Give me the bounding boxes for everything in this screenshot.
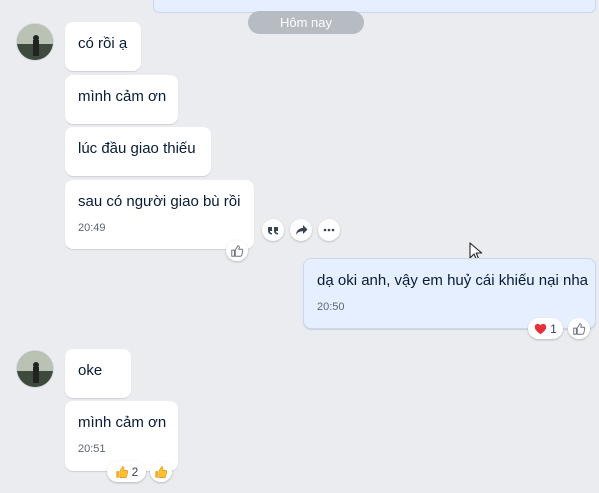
message-text: lúc đầu giao thiếu [78,140,196,157]
incoming-message[interactable]: lúc đầu giao thiếu [65,127,211,176]
contact-avatar[interactable] [16,23,54,61]
message-time: 20:49 [78,222,106,234]
message-time: 20:51 [78,443,106,455]
quote-icon [268,227,278,235]
message-text: dạ oki anh, vậy em huỷ cái khiếu nại nha [317,272,589,289]
like-icon [573,322,586,335]
like-reaction-button[interactable] [568,318,590,339]
like-icon [231,244,244,257]
thumbs-up-reaction-chip[interactable]: 2 [107,461,146,482]
more-icon [323,228,335,232]
incoming-message[interactable]: oke [65,349,131,398]
incoming-message[interactable]: có rồi ạ [65,22,141,71]
more-options-button[interactable] [318,219,340,241]
heart-icon [534,323,547,334]
previous-message-bubble-edge [153,0,596,13]
message-text: oke [78,362,103,379]
like-reaction-button[interactable] [226,240,248,261]
forward-button[interactable] [290,219,312,241]
avatar-image [17,351,53,387]
thumbs-up-reaction-button[interactable] [150,461,172,482]
reaction-count: 1 [550,321,557,336]
reply-button[interactable] [262,219,284,241]
heart-reaction-chip[interactable]: 1 [528,318,563,339]
incoming-message[interactable]: mình cảm ơn [65,75,178,124]
thumbs-up-icon [115,465,128,478]
reaction-count: 2 [131,464,139,479]
date-divider: Hôm nay [248,11,364,34]
message-time: 20:50 [317,301,345,313]
incoming-message[interactable]: sau có người giao bù rồi 20:49 [65,180,254,249]
message-text: mình cảm ơn [78,414,167,431]
message-text: mình cảm ơn [78,88,167,105]
message-text: sau có người giao bù rồi [78,193,241,210]
thumbs-up-icon [155,465,168,478]
message-text: có rồi ạ [78,35,128,52]
forward-icon [295,225,307,235]
avatar-image [17,24,53,60]
contact-avatar[interactable] [16,350,54,388]
